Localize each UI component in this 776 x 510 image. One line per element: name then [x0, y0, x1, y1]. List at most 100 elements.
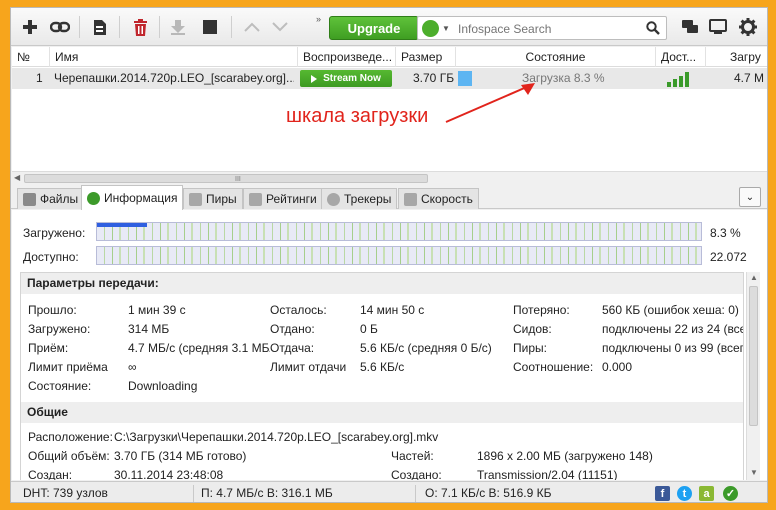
tab-label: Рейтинги [266, 192, 317, 206]
column-header-state[interactable]: Состояние [456, 47, 656, 67]
download-status[interactable]: П: 4.7 МБ/с В: 316.1 МБ [201, 486, 333, 500]
status-divider [193, 485, 194, 502]
download-icon [171, 20, 185, 35]
torrent-name: Черепашки.2014.720p.LEO_[scarabey.org]..… [54, 71, 294, 85]
ratio-label: Соотношение: [513, 360, 594, 374]
availability-signal-icon [667, 72, 693, 87]
state-value: Downloading [128, 379, 198, 393]
available-value: 22.072 [710, 250, 747, 264]
column-header-size[interactable]: Размер [396, 47, 456, 67]
state-label: Состояние: [28, 379, 92, 393]
info-vertical-scrollbar[interactable]: ▲ ▼ [746, 272, 760, 480]
availability-stripes [97, 247, 701, 264]
android-icon[interactable]: a [699, 486, 714, 501]
move-up-button[interactable] [239, 14, 265, 40]
upload-speed-value: 5.6 КБ/с (средняя 0 Б/с) [360, 341, 492, 355]
search-box: ▼ [417, 16, 667, 40]
remaining-value: 14 мин 50 с [360, 303, 425, 317]
download-button[interactable] [165, 14, 191, 40]
annotation-arrow [445, 83, 535, 123]
speed-chart-icon [404, 192, 417, 206]
upload-status[interactable]: О: 7.1 КБ/с В: 516.9 КБ [425, 486, 551, 500]
trash-icon [133, 18, 147, 36]
column-header-playback[interactable]: Воспроизведе... [298, 47, 396, 67]
tab-ratings[interactable]: Рейтинги [243, 188, 323, 209]
pieces-value: 1896 x 2.00 МБ (загружено 148) [477, 449, 653, 463]
search-icon[interactable] [646, 21, 660, 35]
files-icon [23, 192, 36, 206]
link-icon [50, 21, 70, 33]
chat-button[interactable] [677, 14, 703, 40]
scrollbar-thumb[interactable]: III [24, 174, 428, 183]
stop-button[interactable] [197, 14, 223, 40]
status-ok-icon[interactable]: ✓ [723, 486, 738, 501]
downloaded-size-value: 314 МБ [128, 322, 170, 336]
downloaded-progress-fill [97, 223, 148, 227]
wasted-value: 560 КБ (ошибок хеша: 0) [602, 303, 739, 317]
twitter-icon[interactable]: t [677, 486, 692, 501]
create-torrent-button[interactable] [87, 14, 113, 40]
tab-speed[interactable]: Скорость [398, 188, 479, 209]
scroll-down-icon[interactable]: ▼ [750, 468, 758, 477]
search-provider-dropdown-icon[interactable]: ▼ [442, 24, 450, 33]
tab-trackers[interactable]: Трекеры [321, 188, 398, 209]
receive-limit-label: Лимит приёма [28, 360, 108, 374]
utorrent-logo-icon[interactable] [422, 20, 439, 37]
delete-button[interactable] [127, 14, 153, 40]
tab-peers[interactable]: Пиры [183, 188, 243, 209]
stop-icon [203, 20, 217, 34]
column-header-number[interactable]: № [12, 47, 50, 67]
add-link-button[interactable] [47, 14, 73, 40]
scroll-up-icon[interactable]: ▲ [750, 273, 758, 282]
status-divider [415, 485, 416, 502]
uploaded-label: Отдано: [270, 322, 315, 336]
tab-info[interactable]: Информация [81, 185, 184, 210]
receive-limit-value: ∞ [128, 360, 137, 374]
tab-label: Трекеры [344, 192, 392, 206]
search-input[interactable] [458, 20, 638, 37]
dht-status[interactable]: DHT: 739 узлов [23, 486, 108, 500]
column-header-name[interactable]: Имя [50, 47, 298, 67]
transfer-section-title: Параметры передачи: [21, 273, 743, 294]
created-by-value: Transmission/2.04 (11151) [477, 468, 618, 480]
total-size-value: 3.70 ГБ (314 МБ готово) [114, 449, 247, 463]
toolbar: » Upgrade ▼ [11, 8, 767, 46]
toolbar-divider [79, 16, 80, 38]
list-horizontal-scrollbar[interactable]: ◀ III [12, 171, 767, 184]
info-icon [87, 191, 100, 205]
facebook-icon[interactable]: f [655, 486, 670, 501]
remaining-label: Осталось: [270, 303, 327, 317]
tab-label: Информация [104, 191, 178, 205]
collapse-panel-button[interactable]: ⌄ [739, 187, 761, 207]
toolbar-overflow-icon[interactable]: » [316, 14, 321, 24]
trackers-icon [327, 192, 340, 206]
elapsed-value: 1 мин 39 с [128, 303, 186, 317]
tab-files[interactable]: Файлы [17, 188, 85, 209]
column-header-availability[interactable]: Дост... [656, 47, 706, 67]
seeds-value: подключены 22 из 24 (всег [602, 322, 744, 336]
upgrade-button[interactable]: Upgrade [329, 16, 419, 40]
pieces-label: Частей: [391, 449, 434, 463]
column-header-download[interactable]: Загру [706, 47, 767, 67]
settings-button[interactable] [735, 14, 761, 40]
tab-label: Пиры [206, 192, 237, 206]
add-torrent-button[interactable] [17, 14, 43, 40]
move-down-button[interactable] [267, 14, 293, 40]
chevron-up-icon [244, 22, 260, 32]
status-bar: DHT: 739 узлов П: 4.7 МБ/с В: 316.1 МБ О… [11, 481, 767, 502]
play-icon [311, 74, 318, 83]
torrent-row[interactable]: 1 Черепашки.2014.720p.LEO_[scarabey.org]… [12, 68, 767, 89]
downloaded-label: Загружено: [23, 226, 86, 240]
scrollbar-thumb[interactable] [749, 286, 758, 426]
tab-label: Скорость [421, 192, 473, 206]
upload-limit-label: Лимит отдачи [270, 360, 347, 374]
detail-tabs: Файлы Информация Пиры Рейтинги Трекеры С… [11, 185, 767, 210]
scroll-left-icon[interactable]: ◀ [14, 173, 20, 182]
downloaded-percent: 8.3 % [710, 226, 741, 240]
remote-button[interactable] [705, 14, 731, 40]
available-label: Доступно: [23, 250, 79, 264]
tab-label: Файлы [40, 192, 79, 206]
availability-bar [96, 246, 702, 265]
transfer-parameters: Параметры передачи: Прошло: 1 мин 39 с З… [20, 272, 744, 480]
stream-now-button[interactable]: Stream Now [300, 70, 392, 87]
